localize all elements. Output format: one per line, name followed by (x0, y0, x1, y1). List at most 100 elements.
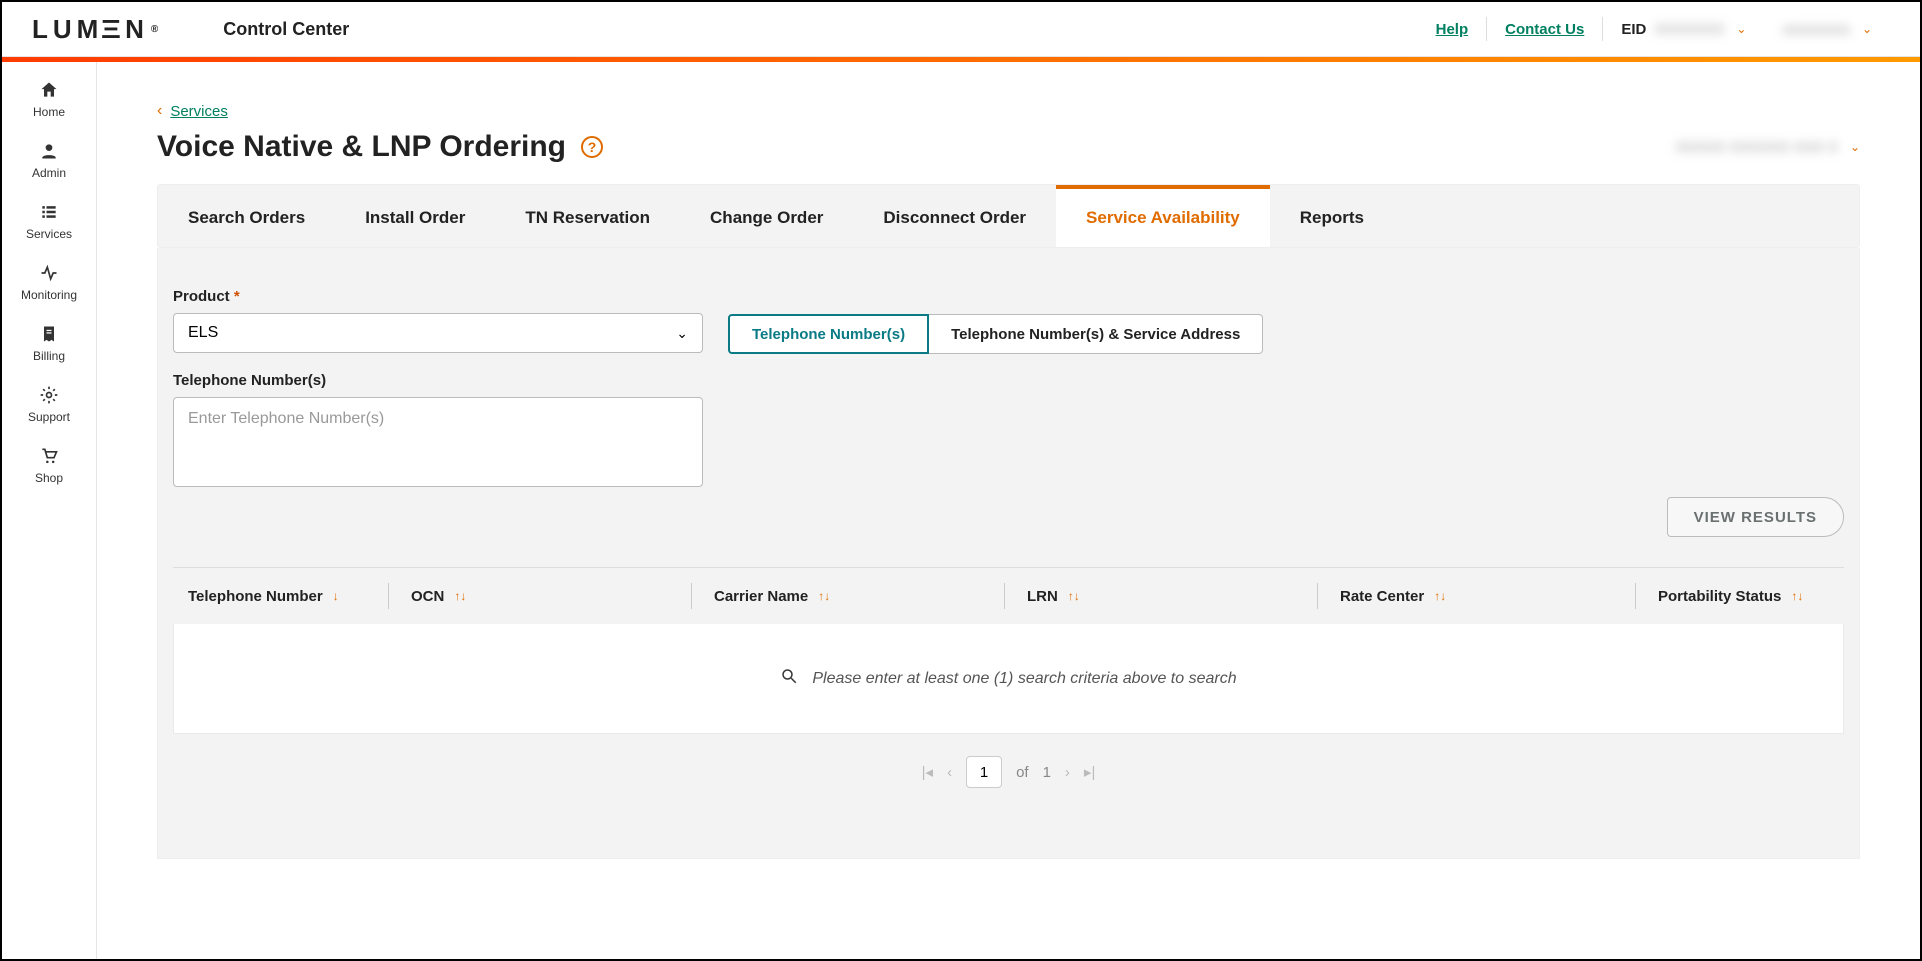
product-value: ELS (188, 324, 218, 342)
col-lrn[interactable]: LRN ↑↓ (1027, 588, 1317, 605)
layout: Home Admin Services Monitoring Billing S… (2, 62, 1920, 959)
sort-icon: ↑↓ (1434, 589, 1446, 603)
search-mode-segment: Telephone Number(s) Telephone Number(s) … (728, 314, 1263, 354)
col-label: Telephone Number (188, 588, 323, 605)
product-select[interactable]: ELS ⌄ (173, 313, 703, 353)
empty-message: Please enter at least one (1) search cri… (812, 670, 1236, 688)
seg-telephone-numbers[interactable]: Telephone Number(s) (728, 314, 929, 354)
eid-label: EID (1621, 21, 1646, 38)
chevron-left-icon[interactable]: ‹ (157, 102, 162, 120)
results-table: Telephone Number ↓ OCN ↑↓ Carrier Name ↑… (173, 568, 1844, 734)
product-label-text: Product (173, 288, 230, 305)
account-selector[interactable]: XXXXX XXXXXX XXX X ⌄ (1675, 139, 1860, 156)
sort-icon: ↑↓ (818, 589, 830, 603)
pager-first-icon[interactable]: |◂ (922, 763, 933, 781)
pager-prev-icon[interactable]: ‹ (947, 764, 952, 781)
pager-of-label: of (1016, 764, 1029, 781)
column-separator (388, 583, 389, 609)
telephone-numbers-field: Telephone Number(s) (173, 372, 1844, 487)
sort-icon: ↑↓ (454, 589, 466, 603)
logo[interactable]: LUMΞN® (32, 14, 163, 45)
sidebar-item-home[interactable]: Home (33, 80, 65, 119)
sort-icon: ↑↓ (1791, 589, 1803, 603)
app-name: Control Center (223, 19, 349, 40)
sort-icon: ↑↓ (1068, 589, 1080, 603)
required-asterisk: * (234, 288, 240, 305)
account-name: XXXXX XXXXXX XXX X (1675, 139, 1838, 156)
pager-total: 1 (1043, 764, 1051, 781)
tab-reports[interactable]: Reports (1270, 185, 1394, 247)
user-value: xxxxxxxxx (1782, 21, 1850, 38)
col-ocn[interactable]: OCN ↑↓ (411, 588, 691, 605)
eid-value: XXXXXXX (1654, 21, 1724, 38)
sidebar: Home Admin Services Monitoring Billing S… (2, 62, 97, 959)
sidebar-item-label: Shop (35, 471, 63, 485)
logo-reg: ® (151, 24, 163, 35)
tab-disconnect-order[interactable]: Disconnect Order (853, 185, 1056, 247)
table-header: Telephone Number ↓ OCN ↑↓ Carrier Name ↑… (173, 568, 1844, 624)
chevron-down-icon: ⌄ (1850, 140, 1860, 154)
sidebar-item-label: Home (33, 105, 65, 119)
user-icon (39, 141, 59, 161)
help-icon[interactable]: ? (581, 136, 603, 158)
sidebar-item-support[interactable]: Support (28, 385, 70, 424)
col-portability-status[interactable]: Portability Status ↑↓ (1658, 588, 1829, 605)
seg-telephone-numbers-address[interactable]: Telephone Number(s) & Service Address (929, 314, 1263, 354)
tab-bar: Search Orders Install Order TN Reservati… (157, 184, 1860, 248)
sidebar-item-label: Services (26, 227, 72, 241)
pager: |◂ ‹ of 1 › ▸| (173, 734, 1844, 828)
telephone-numbers-input[interactable] (173, 397, 703, 487)
table-empty-state: Please enter at least one (1) search cri… (173, 624, 1844, 734)
sidebar-item-billing[interactable]: Billing (33, 324, 65, 363)
chevron-down-icon: ⌄ (1862, 22, 1872, 36)
gear-icon (39, 385, 59, 405)
search-icon (780, 667, 798, 690)
sidebar-item-services[interactable]: Services (26, 202, 72, 241)
eid-dropdown[interactable]: EID XXXXXXX ⌄ (1603, 21, 1764, 38)
help-link[interactable]: Help (1418, 21, 1487, 38)
sidebar-item-label: Support (28, 410, 70, 424)
list-icon (39, 202, 59, 222)
pager-current-input[interactable] (966, 756, 1002, 788)
billing-icon (39, 324, 59, 344)
page-title-row: Voice Native & LNP Ordering ? XXXXX XXXX… (157, 130, 1860, 164)
column-separator (691, 583, 692, 609)
product-field: Product * ELS ⌄ (173, 288, 703, 353)
sidebar-item-monitoring[interactable]: Monitoring (21, 263, 77, 302)
pager-last-icon[interactable]: ▸| (1084, 763, 1095, 781)
col-label: Rate Center (1340, 588, 1424, 605)
breadcrumb-services-link[interactable]: Services (170, 103, 228, 120)
page-title: Voice Native & LNP Ordering (157, 130, 566, 164)
tab-search-orders[interactable]: Search Orders (158, 185, 335, 247)
chevron-down-icon: ⌄ (676, 325, 688, 342)
home-icon (39, 80, 59, 100)
tab-service-availability[interactable]: Service Availability (1056, 185, 1270, 247)
sidebar-item-admin[interactable]: Admin (32, 141, 66, 180)
col-telephone-number[interactable]: Telephone Number ↓ (188, 588, 388, 605)
column-separator (1004, 583, 1005, 609)
header: LUMΞN® Control Center Help Contact Us EI… (2, 2, 1920, 57)
col-label: Carrier Name (714, 588, 808, 605)
cart-icon (39, 446, 59, 466)
activity-icon (39, 263, 59, 283)
contact-link[interactable]: Contact Us (1487, 21, 1602, 38)
user-dropdown[interactable]: xxxxxxxxx ⌄ (1764, 21, 1890, 38)
sidebar-item-label: Billing (33, 349, 65, 363)
sort-icon: ↓ (333, 589, 339, 603)
view-results-button[interactable]: VIEW RESULTS (1667, 497, 1844, 537)
panel: Product * ELS ⌄ Telephone Number(s) Tele… (157, 248, 1860, 859)
col-carrier-name[interactable]: Carrier Name ↑↓ (714, 588, 1004, 605)
header-right: Help Contact Us EID XXXXXXX ⌄ xxxxxxxxx … (1418, 17, 1890, 41)
chevron-down-icon: ⌄ (1736, 22, 1746, 36)
col-label: Portability Status (1658, 588, 1781, 605)
column-separator (1635, 583, 1636, 609)
sidebar-item-shop[interactable]: Shop (35, 446, 63, 485)
tab-change-order[interactable]: Change Order (680, 185, 853, 247)
col-rate-center[interactable]: Rate Center ↑↓ (1340, 588, 1635, 605)
logo-text: LUMΞN (32, 14, 149, 45)
tab-install-order[interactable]: Install Order (335, 185, 495, 247)
tab-tn-reservation[interactable]: TN Reservation (495, 185, 680, 247)
product-label: Product * (173, 288, 703, 305)
pager-next-icon[interactable]: › (1065, 764, 1070, 781)
main: ‹ Services Voice Native & LNP Ordering ?… (97, 62, 1920, 959)
